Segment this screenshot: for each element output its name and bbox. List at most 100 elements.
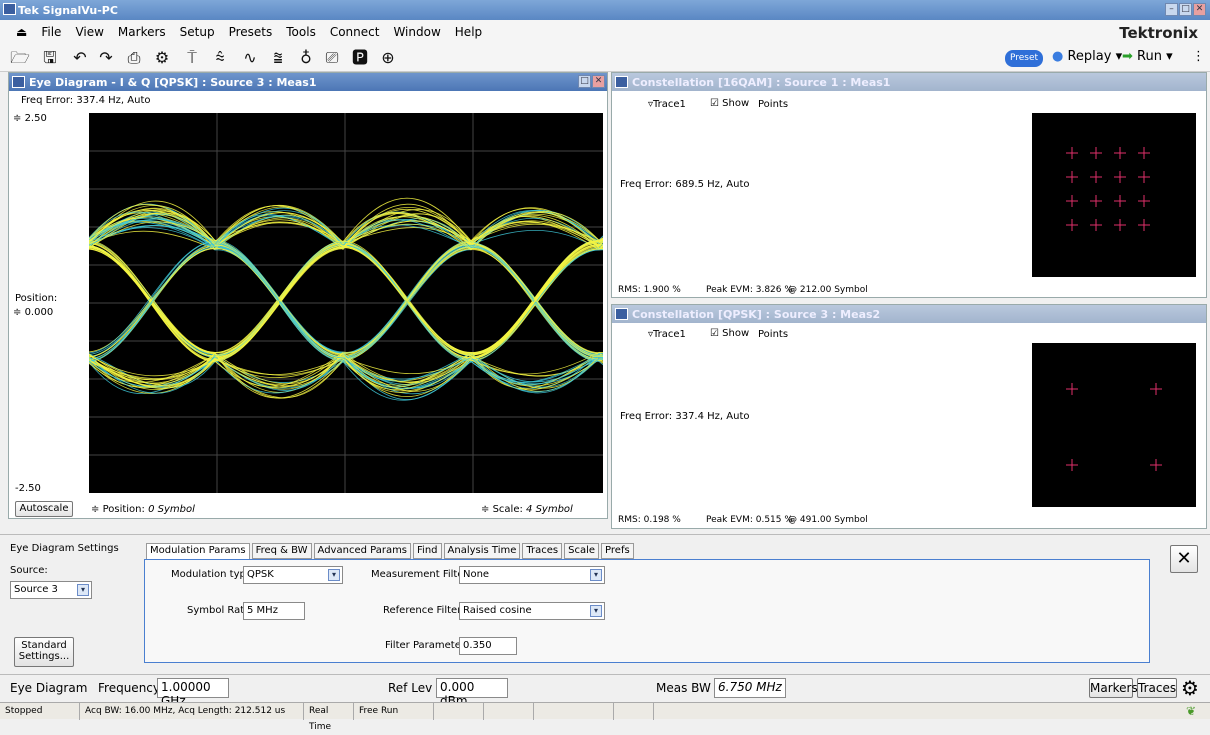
preset-p-icon[interactable]: 🅿 [350,48,370,68]
meas-filter-label: Measurement Filter: [371,569,471,580]
markers-button[interactable]: Markers [1089,678,1138,698]
constellation-point [1150,383,1162,395]
redo-icon[interactable]: ↷ [96,48,116,68]
show-checkbox[interactable]: ☑ Show [710,98,749,109]
points-label: Points [758,329,789,340]
constellation-point [1150,459,1162,471]
gear-icon[interactable]: ⚙ [1181,676,1199,700]
status-bar: Stopped Acq BW: 16.00 MHz, Acq Length: 2… [0,702,1210,732]
standard-settings-button[interactable]: Standard Settings... [14,637,74,667]
filter-param-label: Filter Parameter: [385,640,469,651]
waveform-icon[interactable]: ∿ [240,48,260,68]
undo-icon[interactable]: ↶ [70,48,90,68]
tab-prefs[interactable]: Prefs [601,543,634,559]
modulation-params-pane: Modulation type: QPSK ▾ Measurement Filte… [144,559,1150,663]
trace-dropdown[interactable]: ▿Trace1 [648,99,686,110]
restore-icon[interactable]: □ [578,75,591,88]
tab-find[interactable]: Find [413,543,442,559]
menu-setup[interactable]: Setup [180,25,215,39]
run-button[interactable]: ➡ Run ▾ [1122,49,1173,64]
print-icon[interactable]: ⎙ [124,48,144,68]
tab-traces[interactable]: Traces [522,543,563,559]
window-icon [12,76,25,88]
close-icon[interactable]: ✕ [1193,3,1206,16]
replay-dot-icon: ● [1052,49,1064,64]
mod-type-select[interactable]: QPSK ▾ [243,566,343,584]
replay-button[interactable]: ● Replay ▾ [1052,49,1122,64]
close-settings-button[interactable]: ✕ [1170,545,1198,573]
menu-connect[interactable]: Connect [330,25,380,39]
ref-filter-select[interactable]: Raised cosine ▾ [459,602,605,620]
eye-trace-line [89,245,603,362]
trigger-icon[interactable]: ⍑ [182,48,202,68]
symbol-rate-input[interactable]: 5 MHz [243,602,305,620]
x-position-control[interactable]: ≑ Position: 0 Symbol [91,504,195,515]
trace-dropdown[interactable]: ▿Trace1 [648,329,686,340]
menu-help[interactable]: Help [455,25,482,39]
eye-trace-line [89,205,603,354]
save-icon[interactable]: 🖫 [40,48,60,68]
preset-button[interactable]: Preset [1005,50,1043,67]
y-top-value: 2.50 [24,113,47,124]
settings-tabs: Modulation Params Freq & BW Advanced Par… [146,543,634,559]
camera-icon[interactable]: ⎚ [322,48,342,68]
scale-label: Scale: [492,504,523,515]
autoscale-button[interactable]: Autoscale [15,501,73,517]
tab-modulation-params[interactable]: Modulation Params [146,543,250,559]
eject-icon[interactable]: ⏏ [16,25,27,39]
maximize-icon[interactable]: □ [1179,3,1192,16]
constellation-point [1114,171,1126,183]
waveform-alt-icon[interactable]: ⩰ [268,48,288,68]
trace-label: Trace1 [653,329,686,340]
reflev-input[interactable]: 0.000 dBm [436,678,508,708]
menu-window[interactable]: Window [393,25,440,39]
chevron-down-icon: ▾ [590,569,602,581]
position-label: Position: [15,293,58,304]
constellation-point [1066,171,1078,183]
mod-type-value: QPSK [247,569,274,580]
menu-presets[interactable]: Presets [229,25,273,39]
eye-trace-line [89,204,603,390]
tab-scale[interactable]: Scale [564,543,600,559]
probe-icon[interactable]: ♁ [296,48,316,68]
eye-traces [89,197,603,401]
menu-view[interactable]: View [75,25,103,39]
link-icon[interactable]: ⊕ [378,48,398,68]
const2-plot[interactable] [1032,343,1196,507]
menu-file[interactable]: File [41,25,61,39]
open-folder-icon[interactable]: 🗁 [10,48,30,68]
meas-filter-select[interactable]: None ▾ [459,566,605,584]
eye-plot[interactable] [89,113,603,493]
spectrum-icon[interactable]: ⩯ [210,48,230,68]
eye-freq-error: Freq Error: 337.4 Hz, Auto [21,95,151,106]
gear-icon[interactable]: ⚙ [152,48,172,68]
const2-rms: RMS: 0.198 % [618,515,681,525]
more-icon[interactable]: ⋮ [1192,49,1205,64]
eye-trace-line [89,242,603,362]
tab-advanced-params[interactable]: Advanced Params [313,543,412,559]
close-panel-icon[interactable]: ✕ [592,75,605,88]
const1-plot[interactable] [1032,113,1196,277]
frequency-input[interactable]: 1.00000 GHz [157,678,229,708]
tab-analysis-time[interactable]: Analysis Time [443,543,521,559]
filter-param-input[interactable]: 0.350 [459,637,517,655]
constellation-point [1090,219,1102,231]
const2-header: Constellation [QPSK] : Source 3 : Meas2 [612,305,1206,323]
window-title: Tek SignalVu-PC [18,3,118,17]
position-control[interactable]: ≑ 0.000 [13,307,53,318]
constellation-point [1090,195,1102,207]
traces-button[interactable]: Traces [1137,678,1177,698]
menu-markers[interactable]: Markers [118,25,166,39]
measbw-input[interactable]: 6.750 MHz [714,678,786,698]
show-checkbox[interactable]: ☑ Show [710,328,749,339]
tab-freq-bw[interactable]: Freq & BW [251,543,312,559]
minimize-icon[interactable]: – [1165,3,1178,16]
reflev-label: Ref Lev [388,681,433,695]
menu-tools[interactable]: Tools [286,25,316,39]
const1-title: Constellation [16QAM] : Source 1 : Meas1 [632,75,891,89]
constellation-point [1066,383,1078,395]
source-select[interactable]: Source 3 ▾ [10,581,92,599]
y-top-label[interactable]: ≑ 2.50 [13,113,47,124]
scale-control[interactable]: ≑ Scale: 4 Symbol [481,504,573,515]
close-icon: ✕ [1176,548,1192,569]
